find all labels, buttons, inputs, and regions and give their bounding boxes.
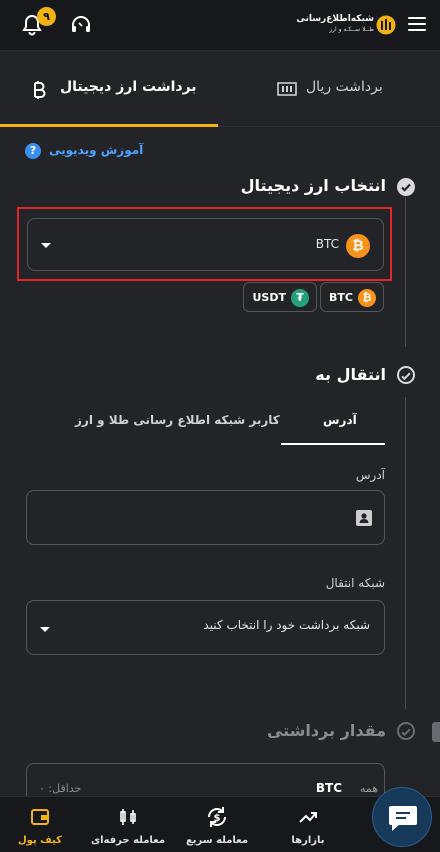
address-input[interactable] [26, 490, 385, 545]
check-circle-icon [397, 366, 415, 384]
tab-platform-user[interactable]: کاربر شبکه اطلاع رسانی طلا و ارز [75, 413, 280, 427]
help-icon: ? [25, 143, 41, 159]
chevron-down-icon [41, 243, 51, 248]
banknote-icon [277, 82, 297, 96]
top-bar: ۹ شبکه‌اطلاع‌رسانی طــلا ســکـه و ارز [0, 0, 440, 51]
tab-rial-withdraw[interactable]: برداشت ریال [220, 51, 440, 126]
all-amount-button[interactable]: همه [360, 782, 378, 795]
logo-mark-icon [376, 15, 396, 35]
headset-icon[interactable] [70, 14, 92, 36]
hamburger-menu-icon[interactable] [408, 17, 426, 33]
logo-subtitle: طــلا ســکـه و ارز [329, 26, 374, 33]
nav-label: بازارها [291, 835, 325, 846]
nav-wallet[interactable]: کیف پول [0, 797, 80, 852]
tab-rial-label: برداشت ریال [306, 79, 383, 95]
amount-min-hint: حداقل: ۰ [39, 782, 82, 795]
scroll-edge [432, 722, 440, 742]
selected-coin: BTC [315, 237, 339, 251]
transfer-target-tabs: آدرس کاربر شبکه اطلاع رسانی طلا و ارز [25, 405, 385, 445]
notification-badge: ۹ [37, 7, 56, 26]
chip-label: BTC [329, 291, 353, 304]
step-title-amount: مقدار برداشتی [266, 721, 386, 740]
nav-label: معامله سریع [185, 835, 249, 846]
quick-exchange-icon: $ [208, 807, 226, 827]
nav-quick-trade[interactable]: $ معامله سریع [177, 797, 257, 852]
network-label: شبکه انتقال [325, 576, 385, 590]
bitcoin-icon [34, 81, 46, 99]
bitcoin-icon: ₿ [358, 289, 376, 307]
chevron-down-icon [40, 627, 50, 632]
step-title-transfer-to: انتقال به [315, 365, 386, 384]
svg-text:$: $ [214, 813, 221, 824]
check-circle-icon [397, 178, 415, 196]
brand-logo[interactable]: شبکه‌اطلاع‌رسانی طــلا ســکـه و ارز [296, 13, 396, 37]
nav-label: معامله حرفه‌ای [90, 835, 166, 846]
nav-markets[interactable]: بازارها [268, 797, 348, 852]
candlestick-icon [120, 809, 136, 825]
coin-chip-usdt[interactable]: USDT ₮ [243, 282, 317, 312]
tab-address[interactable]: آدرس [323, 413, 357, 427]
active-tab-indicator [0, 124, 218, 127]
address-label: آدرس [355, 468, 385, 482]
video-tutorial-label: آموزش ویدیویی [49, 143, 144, 157]
nav-pro-trade[interactable]: معامله حرفه‌ای [88, 797, 168, 852]
coin-select-dropdown[interactable]: BTC ₿ [27, 218, 384, 271]
network-select[interactable]: شبکه برداشت خود را انتخاب کنید [26, 600, 385, 655]
step-connector [405, 197, 406, 347]
wallet-icon [31, 809, 49, 825]
bitcoin-icon: ₿ [346, 234, 370, 258]
tab-crypto-withdraw[interactable]: برداشت ارز دیجیتال [0, 51, 220, 127]
coin-chip-btc[interactable]: BTC ₿ [320, 282, 384, 312]
trend-icon [299, 812, 317, 823]
step-connector [405, 397, 406, 709]
chip-label: USDT [252, 291, 287, 304]
check-circle-icon [397, 722, 415, 740]
active-subtab-indicator [281, 443, 385, 445]
amount-currency: BTC [315, 781, 342, 795]
nav-label: کیف پول [18, 835, 62, 846]
tab-crypto-label: برداشت ارز دیجیتال [60, 79, 197, 95]
chat-icon [389, 806, 417, 831]
tether-icon: ₮ [291, 289, 309, 307]
withdraw-tabs: برداشت ارز دیجیتال برداشت ریال [0, 51, 440, 127]
logo-name: شبکه‌اطلاع‌رسانی [296, 14, 374, 24]
network-placeholder: شبکه برداشت خود را انتخاب کنید [203, 618, 370, 632]
contact-book-icon[interactable] [356, 510, 372, 526]
chat-support-button[interactable] [372, 787, 432, 847]
step-title-select-coin: انتخاب ارز دیجیتال [240, 176, 386, 195]
